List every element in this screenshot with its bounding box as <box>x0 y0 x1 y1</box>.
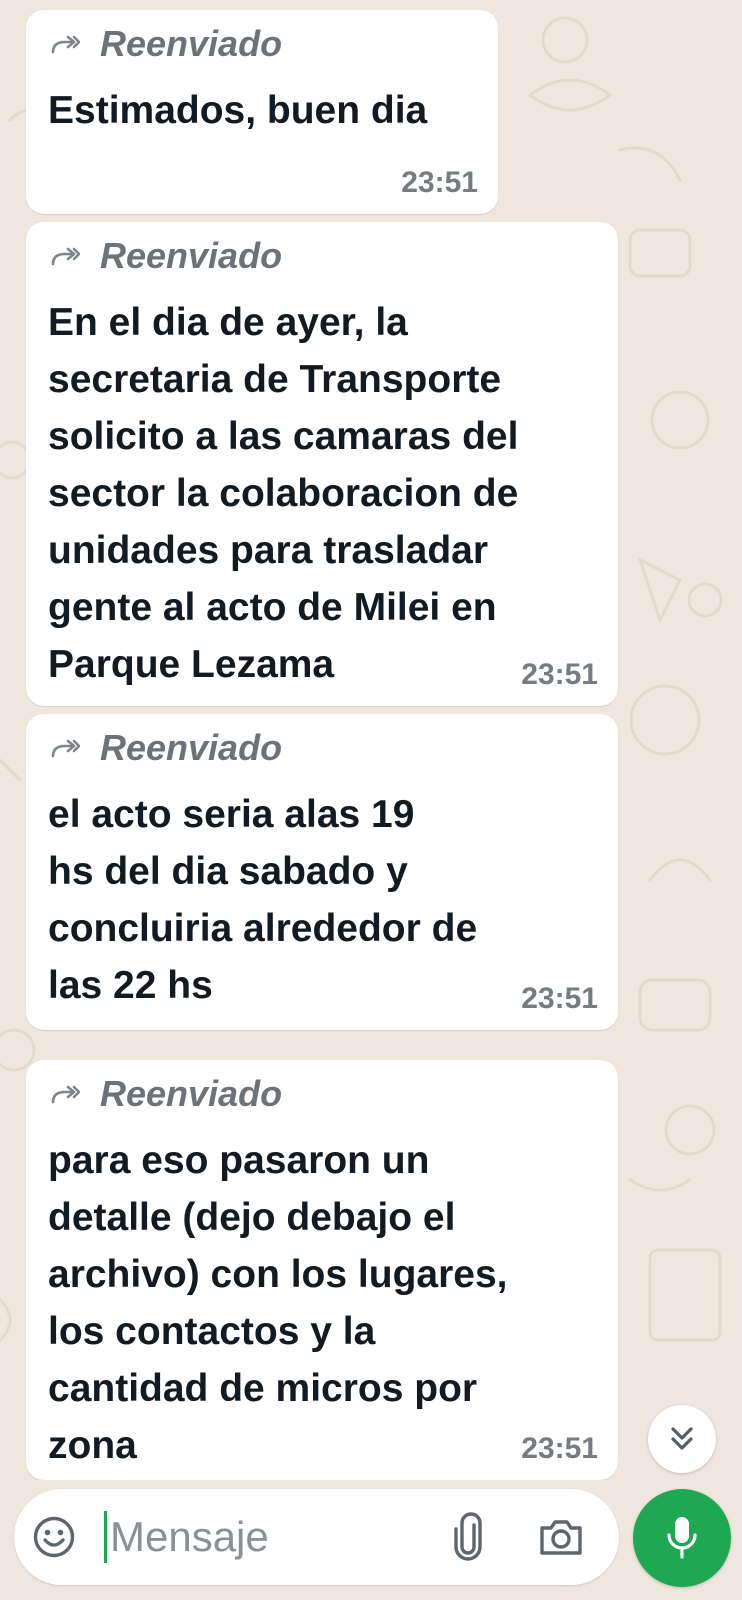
forward-arrow-icon <box>50 32 80 56</box>
scroll-to-bottom-button[interactable] <box>648 1405 716 1473</box>
forwarded-label: Reenviado <box>100 235 283 276</box>
message-timestamp: 23:51 <box>521 658 598 691</box>
message-text: para eso pasaron un detalle (dejo debajo… <box>48 1139 508 1467</box>
composer-bar: Mensaje <box>0 1482 742 1600</box>
emoji-icon[interactable] <box>32 1515 76 1559</box>
message-timestamp: 23:51 <box>521 982 598 1015</box>
camera-icon[interactable] <box>538 1515 584 1559</box>
message-timestamp: 23:51 <box>401 166 478 199</box>
text-cursor <box>104 1511 107 1563</box>
message-bubble[interactable]: Reenviado En el dia de ayer, la secretar… <box>26 222 618 706</box>
forwarded-label: Reenviado <box>100 23 283 64</box>
message-list[interactable]: Reenviado Estimados, buen dia 23:51 Reen… <box>0 0 742 1480</box>
message-text: el acto seria alas 19 hs del dia sabado … <box>48 793 478 1007</box>
message-text: Estimados, buen dia <box>48 89 428 132</box>
double-chevron-down-icon <box>671 1427 693 1450</box>
forwarded-label: Reenviado <box>100 1073 283 1114</box>
message-bubble[interactable]: Reenviado el acto seria alas 19 hs del d… <box>26 714 618 1030</box>
forward-arrow-icon <box>50 736 80 760</box>
mic-icon <box>667 1517 697 1559</box>
message-timestamp: 23:51 <box>521 1432 598 1465</box>
forward-arrow-icon <box>50 244 80 268</box>
forwarded-indicator: Reenviado <box>48 1073 596 1114</box>
message-input[interactable]: Mensaje <box>110 1511 269 1563</box>
message-bubble[interactable]: Reenviado para eso pasaron un detalle (d… <box>26 1060 618 1480</box>
voice-record-button[interactable] <box>633 1489 731 1587</box>
forwarded-indicator: Reenviado <box>48 23 476 64</box>
attach-icon[interactable] <box>450 1511 486 1563</box>
message-bubble[interactable]: Reenviado Estimados, buen dia 23:51 <box>26 10 498 214</box>
forwarded-indicator: Reenviado <box>48 727 596 768</box>
message-text: En el dia de ayer, la secretaria de Tran… <box>48 301 519 686</box>
message-input-container[interactable]: Mensaje <box>14 1489 619 1585</box>
forward-arrow-icon <box>50 1082 80 1106</box>
forwarded-indicator: Reenviado <box>48 235 596 276</box>
forwarded-label: Reenviado <box>100 727 283 768</box>
